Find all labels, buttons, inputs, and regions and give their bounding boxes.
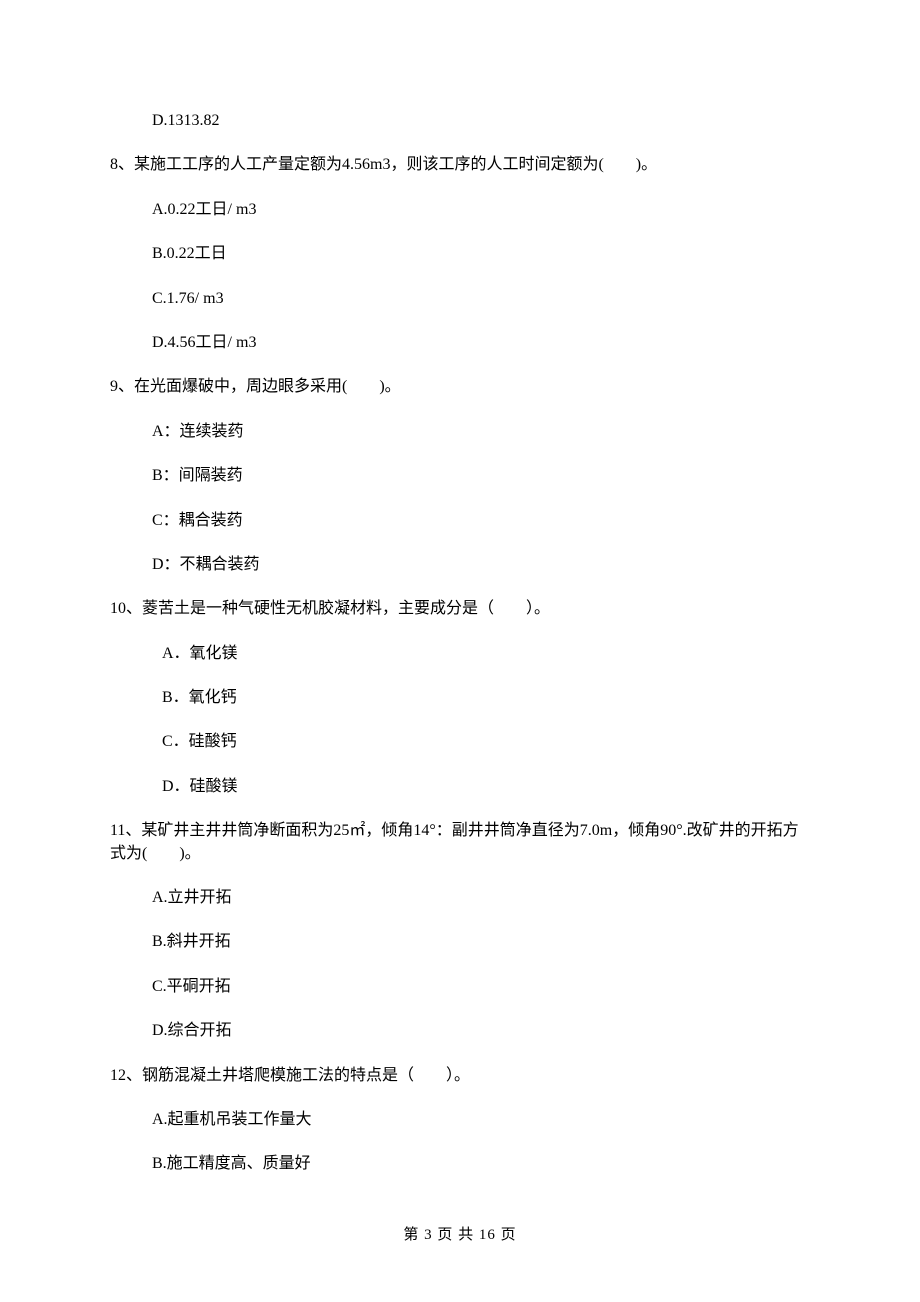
q9-option-c: C：耦合装药 (110, 510, 810, 532)
page-footer: 第 3 页 共 16 页 (0, 1225, 920, 1246)
q9-option-b: B：间隔装药 (110, 465, 810, 487)
q8-option-a: A.0.22工日/ m3 (110, 199, 810, 221)
q9-option-d: D：不耦合装药 (110, 554, 810, 576)
q8-option-c: C.1.76/ m3 (110, 288, 810, 310)
q11-option-d: D.综合开拓 (110, 1020, 810, 1042)
q10-option-d: D．硅酸镁 (110, 776, 810, 798)
q12-stem: 12、钢筋混凝土井塔爬模施工法的特点是（ ）。 (110, 1065, 810, 1087)
q11-option-a: A.立井开拓 (110, 887, 810, 909)
q9-option-a: A：连续装药 (110, 421, 810, 443)
q8-stem: 8、某施工工序的人工产量定额为4.56m3，则该工序的人工时间定额为( )。 (110, 154, 810, 176)
q7-option-d: D.1313.82 (110, 110, 810, 132)
q11-stem: 11、某矿井主井井筒净断面积为25㎡，倾角14°：副井井筒净直径为7.0m，倾角… (110, 820, 810, 865)
q10-option-c: C．硅酸钙 (110, 731, 810, 753)
q8-option-b: B.0.22工日 (110, 243, 810, 265)
q11-option-b: B.斜井开拓 (110, 931, 810, 953)
q12-option-b: B.施工精度高、质量好 (110, 1153, 810, 1175)
q12-option-a: A.起重机吊装工作量大 (110, 1109, 810, 1131)
q8-option-d: D.4.56工日/ m3 (110, 332, 810, 354)
q11-option-c: C.平硐开拓 (110, 976, 810, 998)
q10-option-a: A．氧化镁 (110, 643, 810, 665)
q9-stem: 9、在光面爆破中，周边眼多采用( )。 (110, 376, 810, 398)
q10-option-b: B．氧化钙 (110, 687, 810, 709)
page-content: D.1313.82 8、某施工工序的人工产量定额为4.56m3，则该工序的人工时… (0, 0, 920, 1176)
q10-stem: 10、菱苦土是一种气硬性无机胶凝材料，主要成分是（ ）。 (110, 598, 810, 620)
